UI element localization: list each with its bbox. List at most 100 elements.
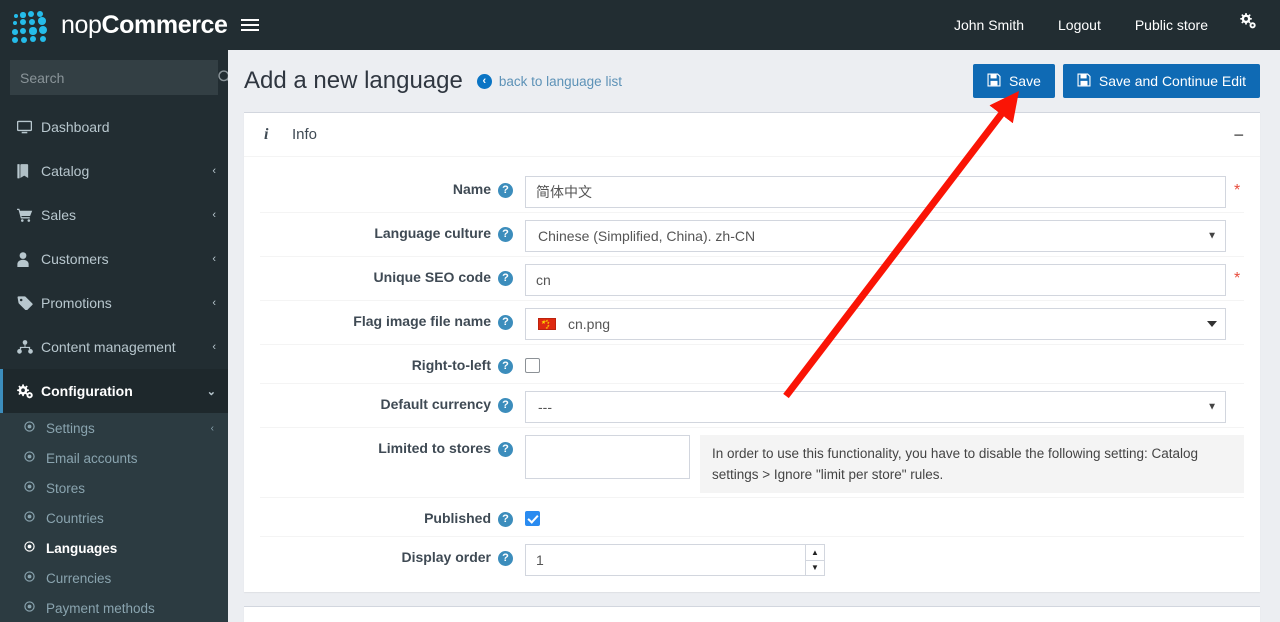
default-currency-control: --- ▼ [525,388,1244,423]
right-to-left-label-group: Right-to-left ? [260,349,525,374]
display-order-label-group: Display order ? [260,541,525,566]
search-icon[interactable] [211,60,228,95]
help-icon[interactable]: ? [498,271,513,286]
chevron-icon: ‹ [212,253,216,265]
sidebar-item-promotions[interactable]: Promotions ‹ [0,281,228,325]
help-icon[interactable]: ? [498,315,513,330]
chevron-icon: ‹ [212,209,216,221]
limited-to-stores-listbox[interactable] [525,435,690,479]
sidebar-item-customers[interactable]: Customers ‹ [0,237,228,281]
caret-up-icon[interactable]: ▲ [806,545,824,561]
default-currency-select[interactable]: --- [525,391,1226,423]
info-panel-header[interactable]: i Info − [244,113,1260,157]
help-icon[interactable]: ? [498,512,513,527]
sidebar-item-catalog[interactable]: Catalog ‹ [0,149,228,193]
help-icon[interactable]: ? [498,227,513,242]
sidebar-subitem-label: Payment methods [46,600,155,616]
right-to-left-label: Right-to-left [411,357,491,373]
language-culture-select[interactable]: Chinese (Simplified, China). zh-CN [525,220,1226,252]
gear-icon[interactable] [1225,0,1266,50]
language-culture-label: Language culture [374,225,491,241]
search-input[interactable] [10,60,211,95]
sidebar-subitem-payment-methods[interactable]: Payment methods [0,593,228,622]
limited-to-stores-label: Limited to stores [378,440,491,456]
help-icon[interactable]: ? [498,442,513,457]
public-store-link[interactable]: Public store [1118,0,1225,50]
language-culture-control: Chinese (Simplified, China). zh-CN ▼ [525,217,1244,252]
sidebar-subitem-currencies[interactable]: Currencies [0,563,228,593]
sidebar-item-dashboard[interactable]: Dashboard [0,105,228,149]
chevron-icon: ‹ [210,422,214,434]
collapse-toggle-icon[interactable]: − [1233,126,1244,144]
seo-code-label-group: Unique SEO code ? [260,261,525,286]
help-icon[interactable]: ? [498,359,513,374]
info-panel-title: Info [292,126,318,143]
chevron-icon: ‹ [212,341,216,353]
main-content: Add a new language ‹ back to language li… [228,50,1280,622]
sidebar-subitem-label: Email accounts [46,450,138,466]
arrow-circle-left-icon: ‹ [476,73,492,89]
back-link-label: back to language list [498,73,622,89]
save-button-label: Save [1008,73,1041,89]
language-culture-select-wrap: Chinese (Simplified, China). zh-CN ▼ [525,220,1226,252]
info-icon: i [264,125,269,143]
user-icon [17,251,41,267]
sidebar-subitem-stores[interactable]: Stores [0,473,228,503]
sidebar-item-label: Promotions [41,295,112,311]
save-and-continue-edit-button[interactable]: Save and Continue Edit [1062,64,1260,98]
sidebar-item-sales[interactable]: Sales ‹ [0,193,228,237]
published-control [525,502,1244,526]
flag-image-label: Flag image file name [353,313,491,329]
floppy-disk-icon [1077,72,1091,90]
sidebar-subitem-countries[interactable]: Countries [0,503,228,533]
info-panel: i Info − Name ? * Language culture [244,112,1260,592]
form-row-seo-code: Unique SEO code ? * [260,257,1244,301]
help-icon[interactable]: ? [498,398,513,413]
help-icon[interactable]: ? [498,551,513,566]
name-control: * [525,173,1244,208]
sidebar-item-label: Sales [41,207,77,223]
cart-icon [17,208,41,222]
navbar-right: John Smith Logout Public store [937,0,1280,50]
name-label-group: Name ? [260,173,525,198]
chevron-icon: ‹ [212,165,216,177]
sidebar-subitem-email-accounts[interactable]: Email accounts [0,443,228,473]
dots-grid-icon [12,10,54,44]
limited-to-stores-label-group: Limited to stores ? [260,432,525,457]
logout-link[interactable]: Logout [1041,0,1118,50]
save-button[interactable]: Save [972,64,1055,98]
right-to-left-checkbox[interactable] [525,358,540,373]
caret-down-icon[interactable]: ▼ [806,560,824,575]
content-header: Add a new language ‹ back to language li… [228,50,1280,112]
gears-icon [17,383,41,399]
floppy-disk-icon [987,72,1001,90]
display-order-label: Display order [401,549,491,565]
string-resources-header[interactable]: String resources + [244,607,1260,622]
sidebar-subitem-languages[interactable]: Languages [0,533,228,563]
sidebar-search[interactable] [10,60,228,95]
sitemap-icon [17,340,41,354]
hamburger-icon[interactable] [228,0,272,50]
brand-bold: Commerce [101,10,228,39]
sidebar-item-label: Customers [41,251,109,267]
brand-logo[interactable]: nopCommerce [0,0,228,50]
form-row-default-currency: Default currency ? --- ▼ [260,384,1244,428]
published-checkbox[interactable] [525,511,540,526]
form-row-language-culture: Language culture ? Chinese (Simplified, … [260,213,1244,257]
sidebar-subitem-settings[interactable]: Settings ‹ [0,413,228,443]
name-input[interactable] [525,176,1226,208]
sidebar-subitem-label: Languages [46,540,118,556]
seo-code-input[interactable] [525,264,1226,296]
user-menu[interactable]: John Smith [937,0,1041,50]
back-to-language-list-link[interactable]: ‹ back to language list [476,73,622,89]
dot-circle-icon [24,541,46,555]
sidebar-item-configuration[interactable]: Configuration ⌄ [0,369,228,413]
sidebar-item-content-management[interactable]: Content management ‹ [0,325,228,369]
flag-image-select[interactable]: ★ ★ ★ ★ ★ cn.png [525,308,1226,340]
form-row-name: Name ? * [260,169,1244,213]
top-navbar: nopCommerce John Smith Logout Public sto… [0,0,1280,50]
display-order-input[interactable] [525,544,805,576]
brand-text: nopCommerce [61,10,228,39]
help-icon[interactable]: ? [498,183,513,198]
string-resources-panel: String resources + [244,606,1260,622]
